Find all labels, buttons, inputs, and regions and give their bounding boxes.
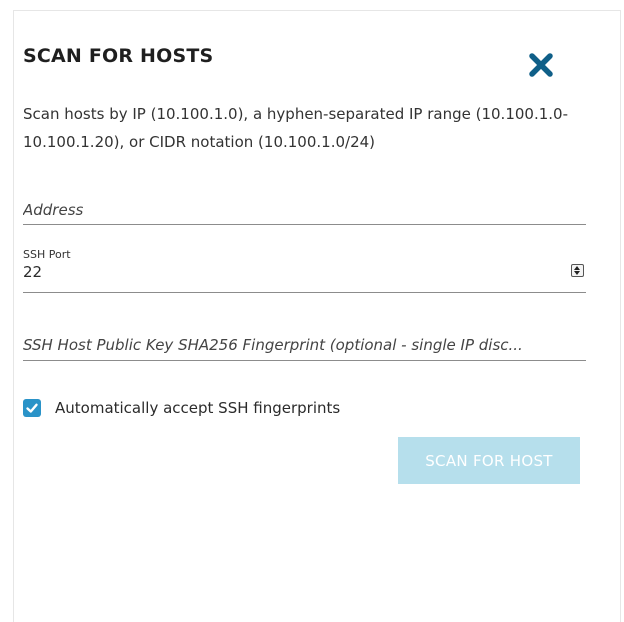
auto-accept-checkbox[interactable] [23,399,41,417]
spinner-down-icon[interactable] [574,271,580,275]
fingerprint-field [23,330,586,361]
dialog-title: SCAN FOR HOSTS [23,45,214,67]
ssh-port-field: SSH Port 22 [23,246,586,293]
scan-description: Scan hosts by IP (10.100.1.0), a hyphen-… [23,105,568,151]
auto-accept-checkbox-row[interactable]: Automatically accept SSH fingerprints [23,396,340,420]
scan-for-host-button[interactable]: SCAN FOR HOST [398,437,580,484]
ssh-port-label: SSH Port [23,248,71,261]
auto-accept-label: Automatically accept SSH fingerprints [55,399,341,417]
checkmark-icon [26,403,38,413]
close-button[interactable] [528,52,554,78]
close-x-icon [529,53,553,77]
address-field [23,196,586,225]
ssh-port-input[interactable]: 22 [23,263,42,281]
address-input[interactable] [23,196,586,224]
port-spinner-icon[interactable] [571,264,584,277]
spinner-up-icon[interactable] [574,266,580,270]
fingerprint-input[interactable] [23,330,586,360]
